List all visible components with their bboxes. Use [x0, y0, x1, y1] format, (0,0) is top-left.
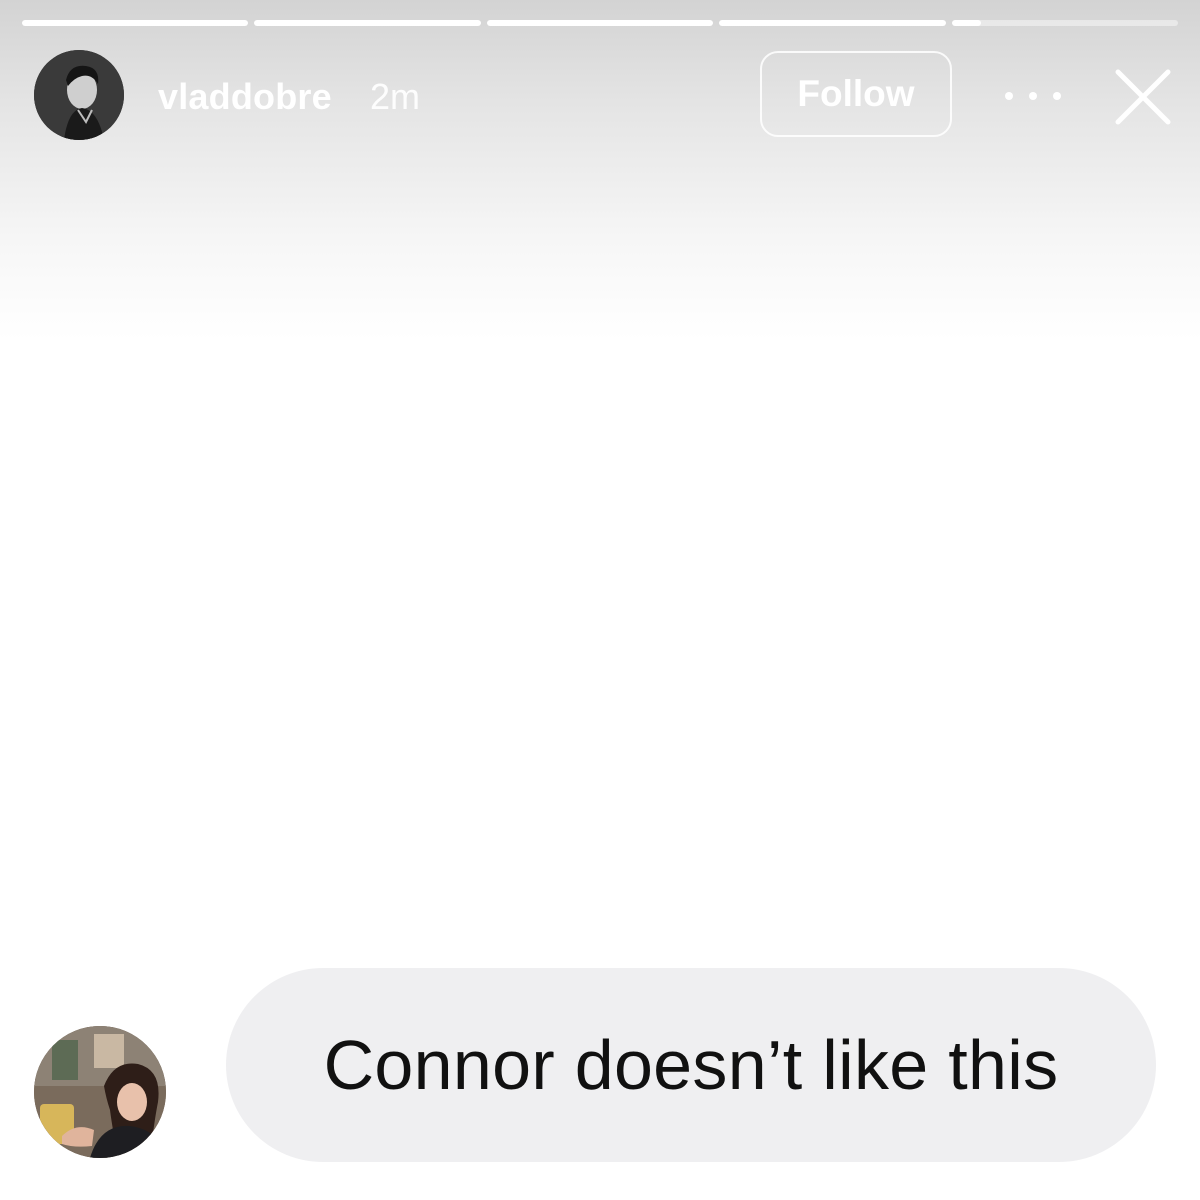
more-horizontal-icon[interactable] [1005, 82, 1061, 110]
story-timestamp: 2m [370, 76, 421, 117]
story-progress-fill [486, 20, 714, 26]
story-progress-bar [22, 20, 1179, 26]
story-progress-fill [719, 20, 946, 26]
story-progress-segment [486, 20, 714, 26]
story-progress-fill [951, 20, 982, 26]
story-header: vladdobre 2m Follow [0, 48, 1200, 144]
close-icon[interactable] [1112, 66, 1174, 128]
reply-sender-avatar [34, 1026, 166, 1158]
follow-button[interactable]: Follow [760, 51, 952, 137]
story-progress-segment [22, 20, 249, 26]
username[interactable]: vladdobre [158, 76, 332, 118]
story-progress-segment [719, 20, 946, 26]
story-progress-segment [951, 20, 1179, 26]
story-progress-segment [254, 20, 481, 26]
profile-photo [34, 50, 124, 140]
profile-avatar[interactable] [34, 50, 124, 140]
sender-photo [34, 1026, 166, 1158]
reply-message-bubble: Connor doesn’t like this [226, 968, 1156, 1162]
story-progress-fill [254, 20, 481, 26]
reply-message-text: Connor doesn’t like this [323, 1026, 1059, 1104]
story-progress-fill [22, 20, 249, 26]
